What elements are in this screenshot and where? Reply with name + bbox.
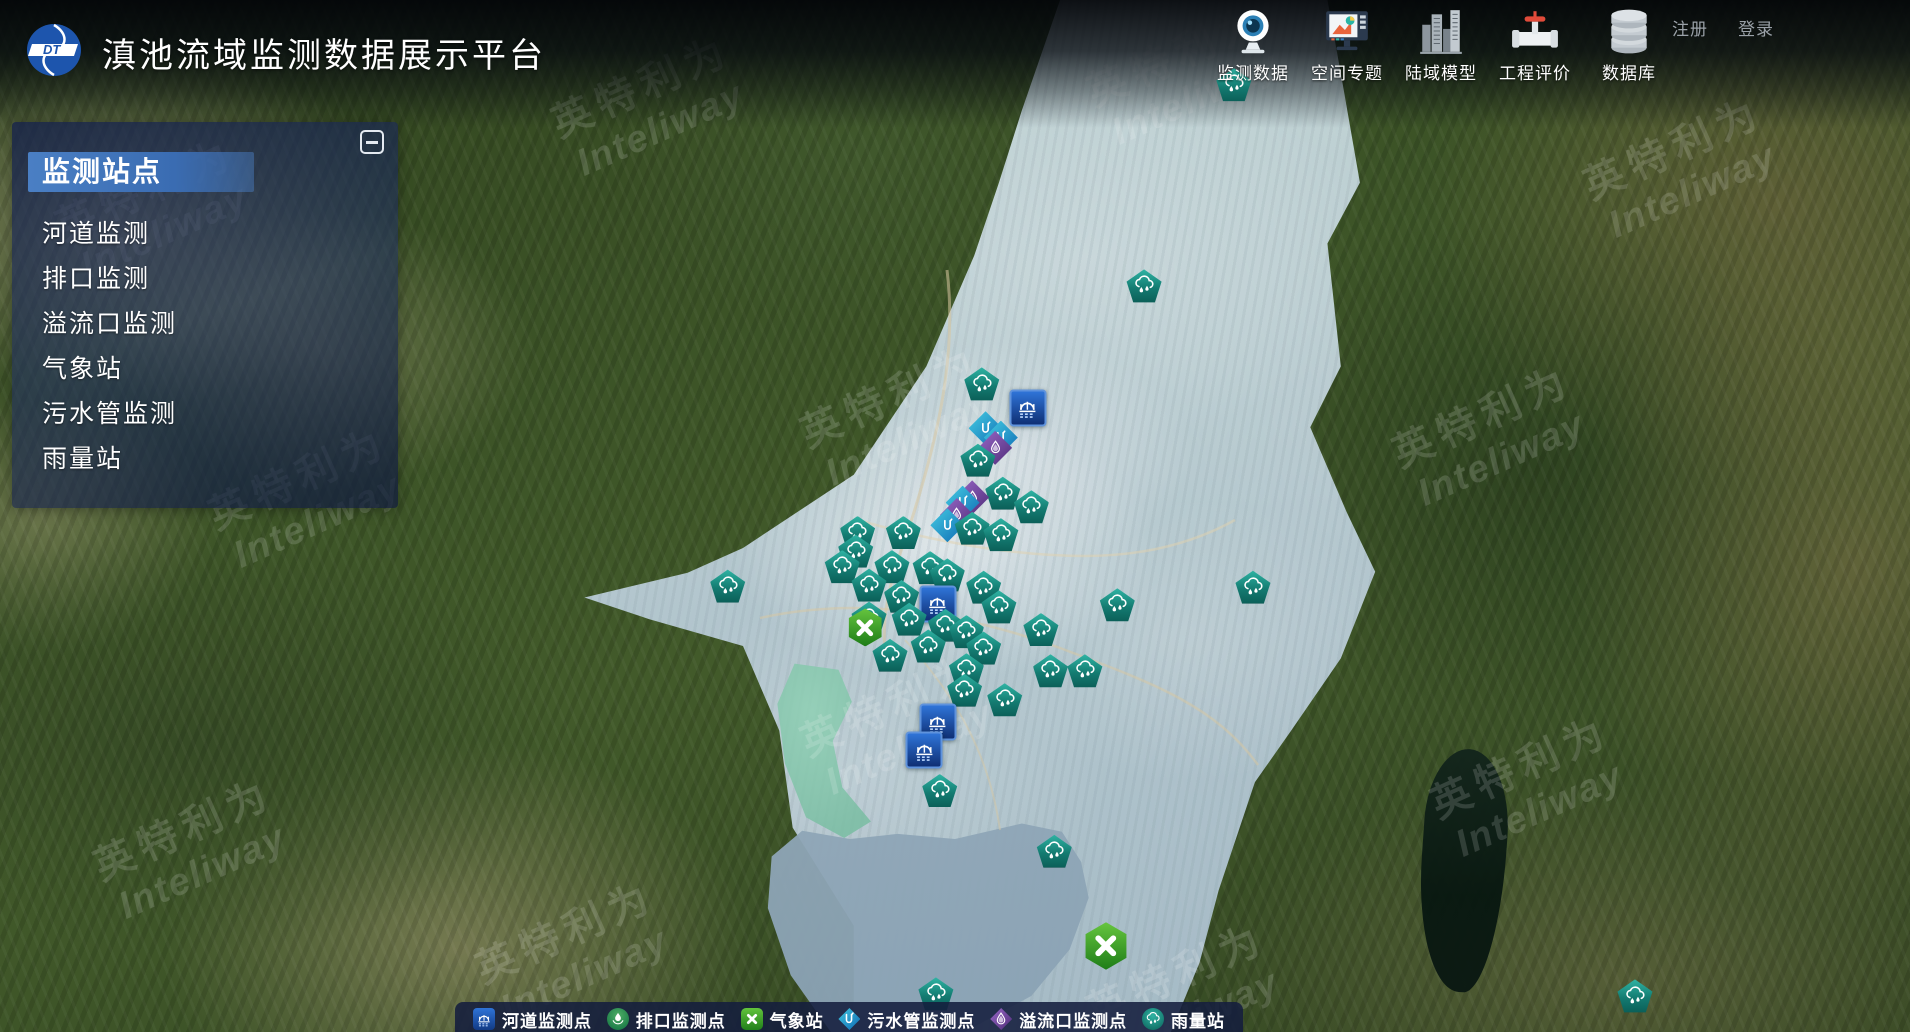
marker-rain[interactable] [1235,571,1270,604]
page-title: 滇池流域监测数据展示平台 [102,28,546,77]
svg-text:DT: DT [43,42,61,57]
legend-item-rain: 雨量站 [1142,1007,1225,1032]
legend-item-river: 河道监测点 [473,1007,592,1032]
outfall-legend-icon [607,1008,629,1030]
top-bar: DT 滇池流域监测数据展示平台 监测数据 [0,0,1910,100]
valve-icon [1510,6,1560,56]
marker-rain[interactable] [964,367,999,400]
main-nav: 监测数据 空间专题 [1206,6,1676,84]
nav-item-project-evaluation[interactable]: 工程评价 [1488,6,1582,84]
collapse-panel-button[interactable] [360,130,384,154]
legend-label: 排口监测点 [636,1007,726,1032]
marker-rain[interactable] [1033,654,1068,687]
legend-label: 气象站 [770,1007,824,1032]
legend-item-outfall: 排口监测点 [607,1007,726,1032]
sidebar-item-weather-station[interactable]: 气象站 [42,347,398,392]
legend-item-weather: 气象站 [741,1007,824,1032]
rain-legend-icon [1142,1008,1164,1030]
nav-label: 工程评价 [1499,59,1571,84]
marker-rain[interactable] [1014,490,1049,523]
nav-item-monitor-data[interactable]: 监测数据 [1206,6,1300,84]
legend-item-overflow: 溢流口监测点 [990,1007,1127,1032]
company-logo-icon: DT [26,22,82,78]
nav-label: 监测数据 [1217,59,1289,84]
legend-label: 河道监测点 [502,1007,592,1032]
marker-river[interactable] [1009,389,1046,426]
database-icon [1604,6,1654,56]
monitor-chart-icon [1322,6,1372,56]
marker-rain[interactable] [873,639,908,672]
river-legend-icon [473,1008,495,1030]
marker-rain[interactable] [922,774,957,807]
sidebar-item-outfall-monitor[interactable]: 排口监测 [42,257,398,302]
sidebar-item-sewage-pipe-monitor[interactable]: 污水管监测 [42,392,398,437]
marker-rain[interactable] [1023,613,1058,646]
minus-icon [366,141,378,144]
marker-rain[interactable] [710,570,745,603]
marker-river[interactable] [906,732,943,769]
nav-label: 数据库 [1602,59,1656,84]
weather-legend-icon [741,1008,763,1030]
overflow-legend-icon [990,1008,1012,1030]
panel-title: 监测站点 [28,152,254,192]
marker-rain[interactable] [1067,654,1102,687]
nav-item-land-model[interactable]: 陆域模型 [1394,6,1488,84]
sidebar-item-river-monitor[interactable]: 河道监测 [42,212,398,257]
legend-label: 溢流口监测点 [1019,1007,1127,1032]
map-legend: 河道监测点 排口监测点 气象站 污水管监测点 溢流口监测点 雨量站 [455,1002,1243,1032]
nav-item-spatial-theme[interactable]: 空间专题 [1300,6,1394,84]
nav-item-database[interactable]: 数据库 [1582,6,1676,84]
marker-rain[interactable] [1037,835,1072,868]
legend-item-sewage: 污水管监测点 [838,1007,975,1032]
sidebar-item-rain-station[interactable]: 雨量站 [42,437,398,482]
legend-label: 污水管监测点 [867,1007,975,1032]
legend-label: 雨量站 [1171,1007,1225,1032]
buildings-icon [1416,6,1466,56]
marker-rain[interactable] [987,683,1022,716]
marker-rain[interactable] [1127,269,1162,302]
marker-rain[interactable] [983,518,1018,551]
sewage-legend-icon [838,1008,860,1030]
webcam-icon [1228,6,1278,56]
register-link[interactable]: 注册 [1672,15,1708,40]
app-window: 英特利为Inteliway英特利为Inteliway英特利为Inteliway英… [0,0,1910,1032]
nav-label: 陆域模型 [1405,59,1477,84]
marker-rain[interactable] [886,516,921,549]
marker-rain[interactable] [1100,588,1135,621]
login-link[interactable]: 登录 [1738,15,1774,40]
marker-weather[interactable] [1082,923,1130,971]
marker-rain[interactable] [1617,979,1652,1012]
layer-list: 河道监测 排口监测 溢流口监测 气象站 污水管监测 雨量站 [12,212,398,482]
auth-links: 注册 登录 [1672,15,1774,40]
monitor-station-panel: 监测站点 河道监测 排口监测 溢流口监测 气象站 污水管监测 雨量站 [12,122,398,508]
sidebar-item-overflow-monitor[interactable]: 溢流口监测 [42,302,398,347]
nav-label: 空间专题 [1311,59,1383,84]
